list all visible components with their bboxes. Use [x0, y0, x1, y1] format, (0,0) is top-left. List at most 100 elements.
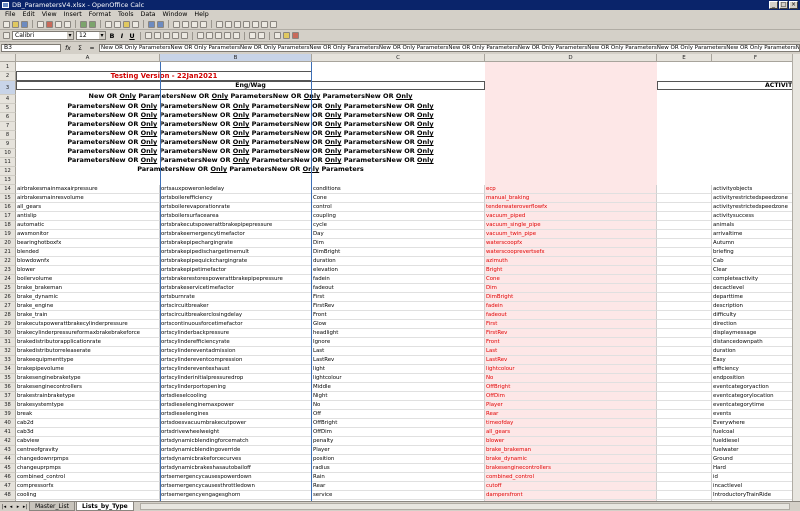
- name-box[interactable]: B3: [1, 44, 61, 52]
- cell[interactable]: airbrakesmainmaxairpressure: [16, 185, 160, 194]
- cell[interactable]: description: [712, 302, 800, 311]
- cell-empty[interactable]: [657, 293, 712, 302]
- maximize-button[interactable]: □: [779, 1, 788, 9]
- menu-format[interactable]: Format: [86, 10, 115, 19]
- next-sheet-icon[interactable]: ▸: [15, 504, 21, 510]
- cell[interactable]: ortsauxpoweronledelay: [160, 185, 312, 194]
- cell[interactable]: Front: [312, 311, 485, 320]
- row-header[interactable]: 41: [0, 428, 16, 437]
- cell[interactable]: activityrestrictedspeedzone: [712, 203, 800, 212]
- cell[interactable]: blower: [16, 266, 160, 275]
- cell[interactable]: dampersfront: [485, 491, 657, 500]
- row-header[interactable]: 31: [0, 338, 16, 347]
- cell-empty[interactable]: [657, 419, 712, 428]
- cell[interactable]: light: [312, 365, 485, 374]
- cell[interactable]: DimBright: [485, 293, 657, 302]
- cell[interactable]: blowdownfx: [16, 257, 160, 266]
- cell[interactable]: lightcolour: [485, 365, 657, 374]
- cell[interactable]: cycle: [312, 221, 485, 230]
- cell-empty[interactable]: [657, 311, 712, 320]
- cell-empty[interactable]: [657, 221, 712, 230]
- cell[interactable]: Autumn: [712, 239, 800, 248]
- cell[interactable]: ortsdieselcooling: [160, 392, 312, 401]
- row-header[interactable]: 12: [0, 167, 16, 176]
- row-header[interactable]: 22: [0, 257, 16, 266]
- cell[interactable]: Ignore: [312, 338, 485, 347]
- align-left-icon[interactable]: [145, 32, 152, 39]
- cell[interactable]: brake_brakeman: [16, 284, 160, 293]
- chart-icon[interactable]: [200, 20, 207, 28]
- row-header[interactable]: 30: [0, 329, 16, 338]
- cell-empty[interactable]: [657, 464, 712, 473]
- cell[interactable]: Dim: [485, 284, 657, 293]
- font-color-icon[interactable]: [292, 32, 299, 39]
- cell[interactable]: compressorfx: [16, 482, 160, 491]
- row-header[interactable]: 10: [0, 149, 16, 158]
- row-header[interactable]: 13: [0, 176, 16, 185]
- cell[interactable]: ortsdynamicbrakeshasautobailoff: [160, 464, 312, 473]
- cell[interactable]: events: [712, 410, 800, 419]
- cell[interactable]: ortsbrakeservicetimefactor: [160, 284, 312, 293]
- cell[interactable]: ortsemergencyengagesghorn: [160, 491, 312, 500]
- hyperlink-icon[interactable]: [173, 20, 180, 28]
- row-header[interactable]: 26: [0, 293, 16, 302]
- cell[interactable]: combined_control: [485, 473, 657, 482]
- cell[interactable]: ortscircuitbreaker: [160, 302, 312, 311]
- autospellcheck-icon[interactable]: [89, 20, 96, 28]
- function-wizard-icon[interactable]: fx: [63, 45, 73, 52]
- row-header[interactable]: 43: [0, 446, 16, 455]
- align-center-icon[interactable]: [154, 32, 161, 39]
- select-all-corner[interactable]: [0, 54, 16, 62]
- cell-empty[interactable]: [657, 392, 712, 401]
- copy-icon[interactable]: [114, 20, 121, 28]
- cell[interactable]: conditions: [312, 185, 485, 194]
- parameters-header-line[interactable]: ParametersNew OR Only ParametersNew OR O…: [16, 165, 485, 174]
- menu-edit[interactable]: Edit: [20, 10, 39, 19]
- row-header[interactable]: 3: [0, 81, 16, 95]
- sort-descending-icon[interactable]: [191, 20, 198, 28]
- function-icon[interactable]: =: [87, 45, 97, 52]
- cell[interactable]: Easy: [712, 356, 800, 365]
- formula-input[interactable]: New OR Only ParametersNew OR Only Parame…: [99, 44, 800, 52]
- row-header[interactable]: 21: [0, 248, 16, 257]
- cell[interactable]: ortsbrakepipechargingrate: [160, 239, 312, 248]
- cell[interactable]: activityobjects: [712, 185, 800, 194]
- cell-empty[interactable]: [657, 491, 712, 500]
- undo-icon[interactable]: [148, 20, 155, 28]
- column-header-a[interactable]: A: [16, 54, 160, 62]
- zoom-icon[interactable]: [261, 20, 268, 28]
- cell[interactable]: First: [485, 320, 657, 329]
- save-icon[interactable]: [21, 20, 28, 28]
- cell[interactable]: blended: [16, 248, 160, 257]
- cell[interactable]: lightcolour: [312, 374, 485, 383]
- cell[interactable]: timeofday: [485, 419, 657, 428]
- sum-icon[interactable]: Σ: [75, 45, 85, 52]
- cell[interactable]: LastRev: [485, 356, 657, 365]
- cell[interactable]: arrivaltime: [712, 230, 800, 239]
- cell[interactable]: Rear: [312, 482, 485, 491]
- cell-empty[interactable]: [657, 428, 712, 437]
- format-paintbrush-icon[interactable]: [132, 20, 139, 28]
- cell[interactable]: Cone: [312, 194, 485, 203]
- column-header-b[interactable]: B: [160, 54, 312, 62]
- engwag-header-cell[interactable]: Eng/Wag: [16, 81, 485, 90]
- row-header[interactable]: 25: [0, 284, 16, 293]
- cell[interactable]: Player: [485, 401, 657, 410]
- prev-sheet-icon[interactable]: ◂: [8, 504, 14, 510]
- cell[interactable]: antislip: [16, 212, 160, 221]
- row-header[interactable]: 6: [0, 113, 16, 122]
- cell[interactable]: Front: [485, 338, 657, 347]
- row-header[interactable]: 23: [0, 266, 16, 275]
- cell[interactable]: ortsdoesvacuumbrakecutpower: [160, 419, 312, 428]
- cell-empty[interactable]: [657, 482, 712, 491]
- styles-icon[interactable]: [3, 32, 10, 39]
- row-header[interactable]: 20: [0, 239, 16, 248]
- cell-empty[interactable]: [657, 365, 712, 374]
- cell[interactable]: vacuum_single_pipe: [485, 221, 657, 230]
- cell[interactable]: manual_braking: [485, 194, 657, 203]
- redo-icon[interactable]: [157, 20, 164, 28]
- cell[interactable]: Night: [312, 392, 485, 401]
- row-header[interactable]: 19: [0, 230, 16, 239]
- cell[interactable]: Clear: [712, 266, 800, 275]
- cell[interactable]: radius: [312, 464, 485, 473]
